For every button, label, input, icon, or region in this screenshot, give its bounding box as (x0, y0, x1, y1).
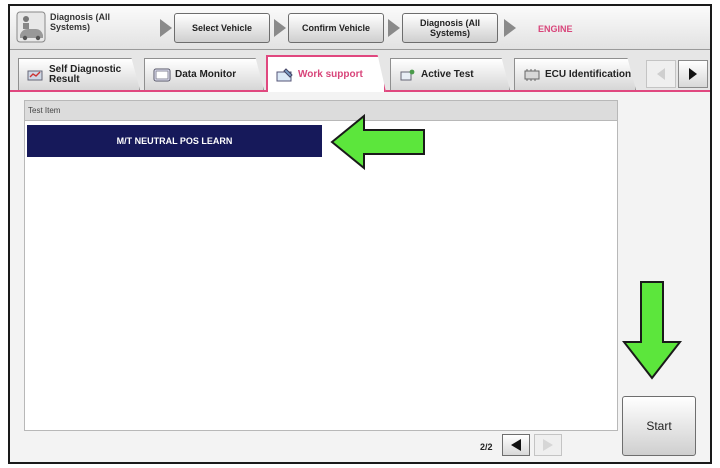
right-triangle-icon (689, 68, 697, 80)
left-triangle-icon (511, 439, 521, 451)
tab-work-support[interactable]: Work support (266, 55, 386, 92)
previous-page-button[interactable] (502, 434, 530, 456)
ecu-identification-icon (524, 68, 540, 81)
breadcrumb-home-label[interactable]: Diagnosis (All Systems) (50, 12, 136, 32)
left-triangle-icon (657, 68, 665, 80)
tab-label: Data Monitor (175, 68, 237, 80)
right-triangle-icon (543, 439, 553, 451)
tab-label: Work support (298, 68, 363, 80)
tab-label: ECU Identification (545, 68, 632, 80)
select-vehicle-button[interactable]: Select Vehicle (174, 13, 270, 43)
breadcrumb-arrow-icon (388, 19, 400, 37)
tab-label: Self Diagnostic Result (49, 63, 122, 85)
tab-active-test[interactable]: Active Test (390, 58, 510, 90)
breadcrumb-arrow-icon (504, 19, 516, 37)
annotation-arrow-left-icon (330, 113, 425, 171)
data-monitor-icon (153, 68, 171, 81)
car-diagnosis-icon[interactable] (16, 11, 46, 43)
diagnosis-all-systems-button[interactable]: Diagnosis (All Systems) (402, 13, 498, 43)
breadcrumb-arrow-icon (160, 19, 172, 37)
breadcrumb: Diagnosis (All Systems) Select Vehicle C… (10, 6, 710, 50)
self-diagnostic-icon (27, 70, 43, 80)
current-system-label: ENGINE (538, 24, 573, 34)
start-button[interactable]: Start (622, 396, 696, 456)
tab-scroll-left-button[interactable] (646, 60, 676, 88)
annotation-arrow-down-icon (622, 281, 682, 380)
application-window: Diagnosis (All Systems) Select Vehicle C… (8, 4, 712, 464)
confirm-vehicle-button[interactable]: Confirm Vehicle (288, 13, 384, 43)
list-header: Test Item (25, 101, 617, 121)
tab-scroll-right-button[interactable] (678, 60, 708, 88)
work-support-icon (276, 67, 293, 81)
breadcrumb-arrow-icon (274, 19, 286, 37)
tab-self-diagnostic-result[interactable]: Self Diagnostic Result (18, 58, 140, 90)
tab-data-monitor[interactable]: Data Monitor (144, 58, 264, 90)
test-item-list: Test Item M/T NEUTRAL POS LEARN (24, 100, 618, 431)
tab-label: Active Test (421, 68, 474, 80)
next-page-button[interactable] (534, 434, 562, 456)
list-item[interactable]: M/T NEUTRAL POS LEARN (27, 125, 322, 157)
active-test-icon (400, 69, 415, 80)
page-indicator: 2/2 (480, 442, 493, 452)
function-tab-bar: Self Diagnostic Result Data Monitor Work… (10, 50, 710, 92)
tab-ecu-identification[interactable]: ECU Identification (514, 58, 636, 90)
